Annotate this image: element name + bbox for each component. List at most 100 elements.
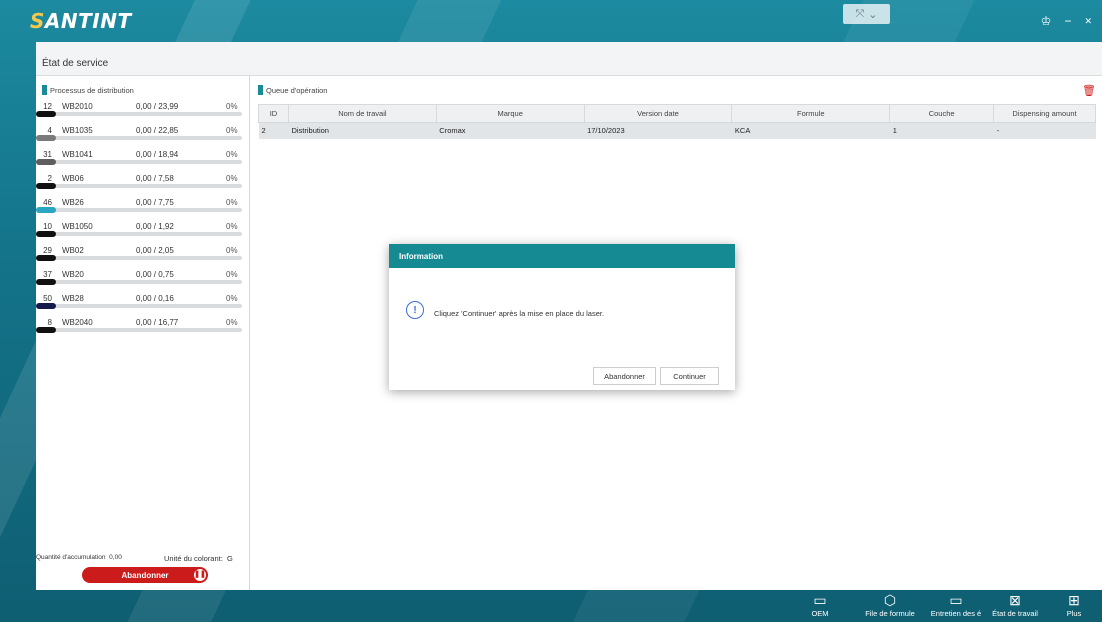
progress-track [36, 280, 242, 284]
canister-number: 31 [43, 150, 52, 159]
table-cell: Distribution [288, 122, 437, 139]
column-header[interactable]: Dispensing amount [993, 104, 1096, 123]
column-header[interactable]: Formule [731, 104, 891, 123]
canister-number: 50 [43, 294, 52, 303]
minimize-button[interactable]: − [1064, 14, 1071, 28]
colorant-code: WB06 [62, 174, 84, 183]
taskbar-maintenance[interactable]: ▭ Entretien des é [924, 592, 988, 618]
colorant-code: WB02 [62, 246, 84, 255]
colorant-row[interactable]: 2 WB06 0,00 / 7,58 0% [36, 172, 250, 195]
progress-percent: 0% [226, 294, 238, 303]
color-swatch [36, 279, 56, 285]
canister-number: 12 [43, 102, 52, 111]
dialog-title: Information [389, 244, 735, 268]
column-header[interactable]: ID [258, 104, 289, 123]
color-swatch [36, 183, 56, 189]
distribution-header: Processus de distribution [42, 85, 134, 95]
info-icon: ! [406, 301, 424, 319]
information-dialog: Information ! Cliquez 'Continuer' après … [389, 244, 735, 390]
progress-track [36, 232, 242, 236]
color-swatch [36, 231, 56, 237]
table-cell: 2 [258, 122, 289, 139]
progress-percent: 0% [226, 150, 238, 159]
table-header-row: ID Nom de travail Marque Version date Fo… [258, 104, 1096, 123]
colorant-code: WB2040 [62, 318, 93, 327]
trash-icon[interactable]: 🗑 [1082, 84, 1096, 97]
dispense-amount: 0,00 / 2,05 [136, 246, 174, 255]
progress-percent: 0% [226, 126, 238, 135]
header-marker [258, 85, 263, 95]
bottom-toolbar: ▭ OEM ⬡ File de formule ▭ Entretien des … [0, 590, 1102, 622]
grid-icon: ⊞ [1068, 592, 1080, 608]
column-header[interactable]: Nom de travail [287, 104, 437, 123]
dispense-amount: 0,00 / 0,16 [136, 294, 174, 303]
dispense-amount: 0,00 / 7,58 [136, 174, 174, 183]
canister-number: 4 [47, 126, 52, 135]
pause-icon[interactable]: ❚❚ [194, 569, 206, 581]
dialog-cancel-button[interactable]: Abandonner [593, 367, 656, 385]
colorant-code: WB2010 [62, 102, 93, 111]
colorant-code: WB28 [62, 294, 84, 303]
colorant-row[interactable]: 50 WB28 0,00 / 0,16 0% [36, 292, 250, 315]
progress-track [36, 112, 242, 116]
title-bar: SANTINT ⤧ ⌄ ♔ − ✕ [0, 0, 1102, 42]
canister-number: 8 [47, 318, 52, 327]
dialog-continue-button[interactable]: Continuer [660, 367, 719, 385]
view-toggle[interactable]: ⤧ ⌄ [843, 4, 890, 24]
dispense-amount: 0,00 / 18,94 [136, 150, 179, 159]
color-swatch [36, 207, 56, 213]
canister-number: 37 [43, 270, 52, 279]
progress-track [36, 328, 242, 332]
dispense-amount: 0,00 / 23,99 [136, 102, 179, 111]
progress-percent: 0% [226, 318, 238, 327]
colorant-code: WB26 [62, 198, 84, 207]
unit-label: Unité du colorant: G [164, 554, 233, 563]
colorant-row[interactable]: 10 WB1050 0,00 / 1,92 0% [36, 220, 250, 243]
progress-track [36, 136, 242, 140]
colorant-row[interactable]: 12 WB2010 0,00 / 23,99 0% [36, 100, 250, 123]
column-header[interactable]: Version date [583, 104, 733, 123]
table-cell: 1 [889, 122, 994, 139]
colorant-row[interactable]: 4 WB1035 0,00 / 22,85 0% [36, 124, 250, 147]
accumulation-label: Quantité d'accumulation 0,00 [36, 554, 122, 561]
fullscreen-icon: ⤧ [855, 7, 865, 20]
colorant-code: WB20 [62, 270, 84, 279]
color-swatch [36, 111, 56, 117]
window-controls: ♔ − ✕ [1041, 14, 1092, 28]
queue-header: Queue d'opération [258, 85, 327, 95]
colorant-code: WB1050 [62, 222, 93, 231]
colorant-row[interactable]: 8 WB2040 0,00 / 16,77 0% [36, 316, 250, 339]
table-cell: 17/10/2023 [584, 122, 732, 139]
canister-number: 10 [43, 222, 52, 231]
taskbar-oem[interactable]: ▭ OEM [800, 592, 840, 618]
colorant-row[interactable]: 46 WB26 0,00 / 7,75 0% [36, 196, 250, 219]
taskbar-formula-queue[interactable]: ⬡ File de formule [858, 592, 922, 618]
queue-table: ID Nom de travail Marque Version date Fo… [258, 104, 1096, 139]
colorant-row[interactable]: 31 WB1041 0,00 / 18,94 0% [36, 148, 250, 171]
color-swatch [36, 135, 56, 141]
table-row[interactable]: 2 Distribution Cromax 17/10/2023 KCA 1 - [258, 122, 1096, 139]
table-cell: KCA [731, 122, 890, 139]
progress-track [36, 208, 242, 212]
chart-icon: ⊠ [1009, 592, 1021, 608]
shirt-icon[interactable]: ♔ [1041, 14, 1052, 28]
colorant-row[interactable]: 29 WB02 0,00 / 2,05 0% [36, 244, 250, 267]
close-button[interactable]: ✕ [1084, 16, 1092, 27]
taskbar-more[interactable]: ⊞ Plus [1056, 592, 1092, 618]
page-title: État de service [36, 42, 1102, 76]
progress-percent: 0% [226, 246, 238, 255]
chevron-down-icon: ⌄ [868, 8, 878, 21]
taskbar-work-status[interactable]: ⊠ État de travail [986, 592, 1044, 618]
dialog-message: Cliquez 'Continuer' après la mise en pla… [434, 309, 605, 318]
progress-track [36, 184, 242, 188]
progress-track [36, 256, 242, 260]
colorant-row[interactable]: 37 WB20 0,00 / 0,75 0% [36, 268, 250, 291]
progress-track [36, 304, 242, 308]
progress-percent: 0% [226, 174, 238, 183]
column-header[interactable]: Marque [435, 104, 585, 123]
progress-percent: 0% [226, 102, 238, 111]
canister-number: 46 [43, 198, 52, 207]
column-header[interactable]: Couche [889, 104, 995, 123]
table-cell: - [993, 122, 1096, 139]
abort-button[interactable]: Abandonner ❚❚ [82, 567, 208, 583]
